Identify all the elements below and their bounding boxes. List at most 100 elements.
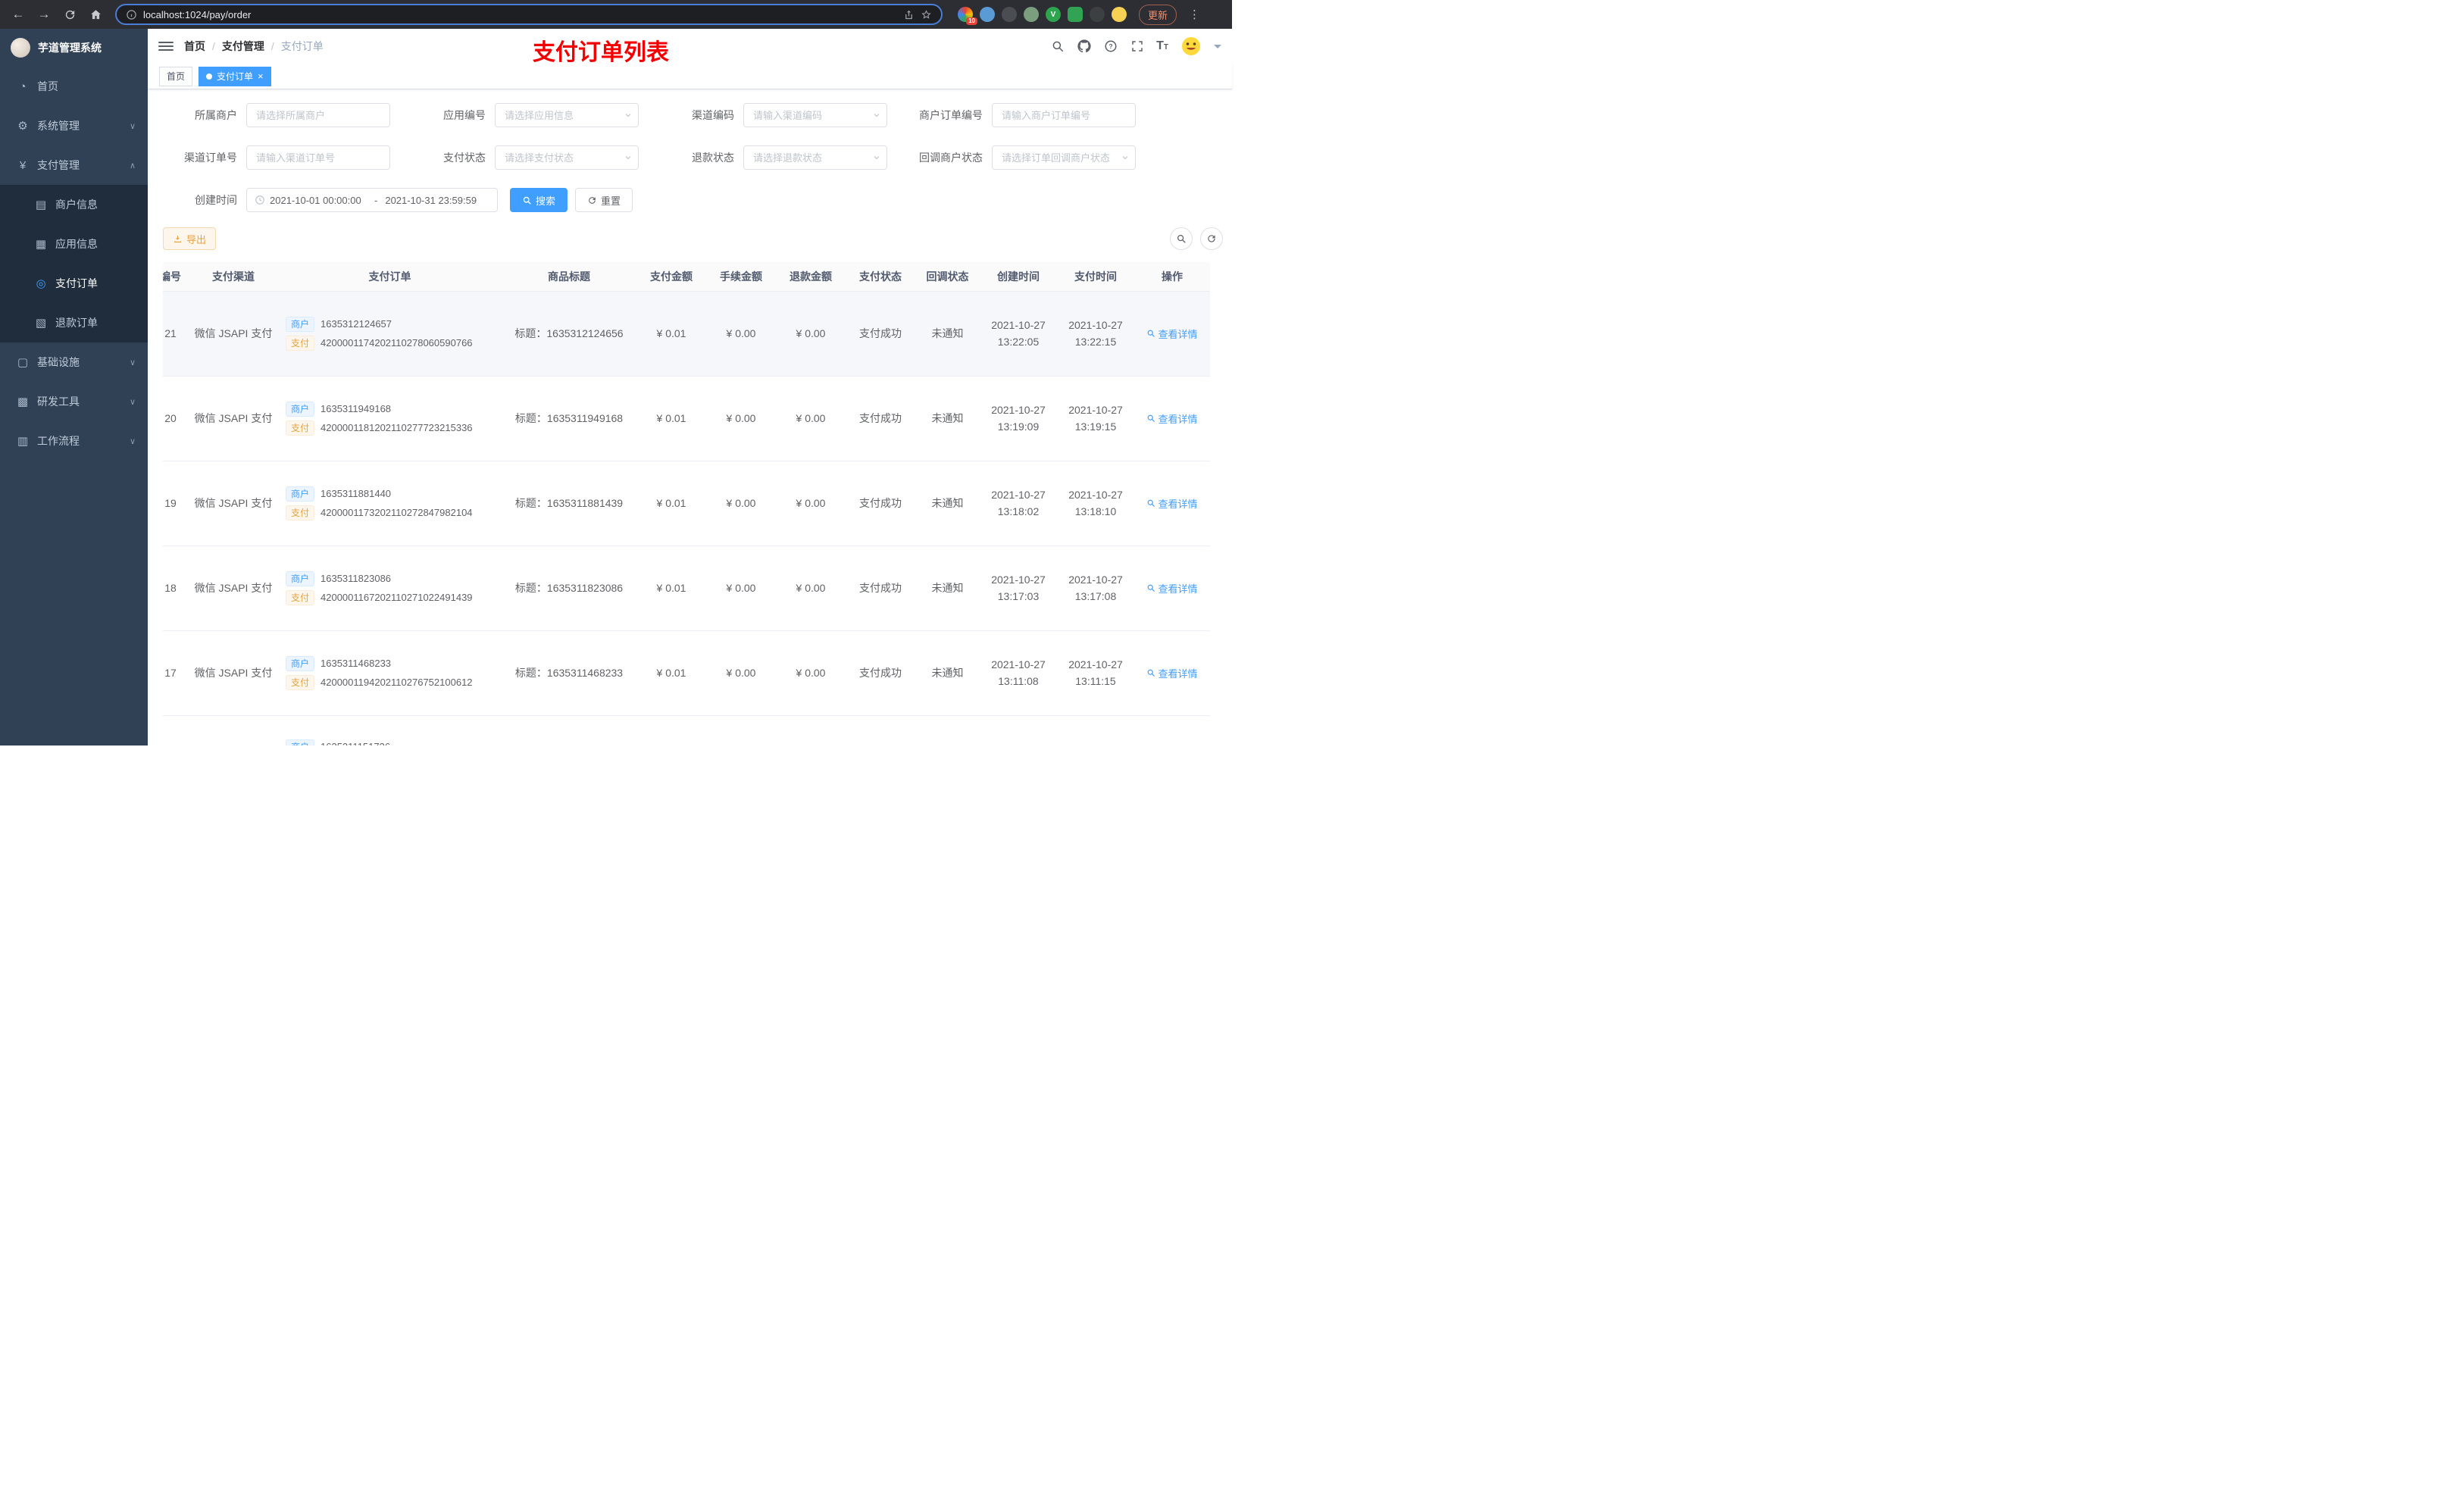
extension-icon[interactable] <box>1090 7 1105 22</box>
sidebar-item-label: 系统管理 <box>37 120 80 132</box>
filter-label: 应用编号 <box>443 109 486 121</box>
extension-icon[interactable] <box>1024 7 1039 22</box>
sidebar-item-app-info[interactable]: ▦ 应用信息 <box>0 224 148 264</box>
cell-amount: ¥ 0.01 <box>636 376 706 461</box>
forward-icon[interactable]: → <box>33 4 55 25</box>
browser-menu-icon[interactable]: ⋮ <box>1186 8 1203 21</box>
payment-submenu: ▤ 商户信息 ▦ 应用信息 ◎ 支付订单 ▧ 退款订单 <box>0 185 148 342</box>
breadcrumb-section[interactable]: 支付管理 <box>222 39 264 54</box>
filter-label: 支付状态 <box>443 152 486 164</box>
close-icon[interactable]: × <box>258 71 264 81</box>
date-start-input[interactable] <box>270 194 367 206</box>
back-icon[interactable]: ← <box>8 4 29 25</box>
sidebar-item-dev-tools[interactable]: ▩ 研发工具 ∨ <box>0 382 148 421</box>
export-button[interactable]: 导出 <box>163 227 217 250</box>
reload-icon[interactable] <box>59 4 80 25</box>
sidebar-item-infrastructure[interactable]: ▢ 基础设施 ∨ <box>0 342 148 382</box>
tab-pay-order[interactable]: 支付订单 × <box>199 66 271 86</box>
sidebar-item-home[interactable]: ◔ 首页 <box>0 67 148 106</box>
monitor-icon: ▢ <box>17 356 29 369</box>
cell-title: 标题：1635311881439 <box>502 461 636 546</box>
cell-channel: 微信 JSAPI 支付 <box>189 461 278 546</box>
menu-fold-icon[interactable] <box>158 42 174 51</box>
cell-pay-time: 2021-10-27 13:22:15 <box>1057 291 1134 377</box>
cell-create-time <box>980 715 1057 746</box>
filter-input[interactable] <box>495 103 639 127</box>
chevron-down-icon <box>872 111 881 120</box>
app-title: 芋道管理系统 <box>38 42 102 54</box>
font-size-icon[interactable]: TT <box>1156 39 1168 53</box>
view-detail-link[interactable]: 查看详情 <box>1146 581 1198 595</box>
search-icon[interactable] <box>1050 39 1065 54</box>
sidebar-item-workflow[interactable]: ▥ 工作流程 ∨ <box>0 421 148 461</box>
chevron-down-icon <box>1121 153 1130 162</box>
filter-input[interactable] <box>246 145 390 170</box>
filter-input[interactable] <box>246 103 390 127</box>
gear-icon: ⚙ <box>17 120 28 133</box>
filter-field: 回调商户状态 <box>908 145 1136 170</box>
table-row: 18 微信 JSAPI 支付 商户 1635311823086 支付 42000… <box>163 545 1210 631</box>
yen-icon: ¥ <box>19 158 27 172</box>
filter-input[interactable] <box>743 103 887 127</box>
toggle-search-button[interactable] <box>1170 227 1193 250</box>
extension-icon[interactable] <box>980 7 995 22</box>
sidebar-item-pay-order[interactable]: ◎ 支付订单 <box>0 264 148 303</box>
view-detail-label: 查看详情 <box>1158 328 1198 340</box>
merchant-order-no: 1635311151736 <box>321 741 390 746</box>
cell-title <box>502 715 636 746</box>
view-detail-link[interactable]: 查看详情 <box>1146 496 1198 511</box>
chevron-down-icon[interactable] <box>1214 44 1221 48</box>
extension-icon[interactable] <box>1068 7 1083 22</box>
share-icon[interactable] <box>903 9 915 20</box>
app-logo[interactable]: 芋道管理系统 <box>0 29 148 67</box>
filter-row: 渠道订单号 支付状态 退款状态 <box>163 145 1223 170</box>
view-detail-link[interactable]: 查看详情 <box>1146 411 1198 426</box>
bookmark-star-icon[interactable] <box>921 9 932 20</box>
filter-input[interactable] <box>992 145 1136 170</box>
cell-create-time: 2021-10-27 13:17:03 <box>980 545 1057 631</box>
home-icon[interactable] <box>85 4 106 25</box>
filter-input[interactable] <box>992 103 1136 127</box>
extension-icon[interactable] <box>1112 7 1127 22</box>
breadcrumb-separator: / <box>270 40 274 52</box>
filter-field: 应用编号 <box>411 103 639 127</box>
tab-home[interactable]: 首页 <box>159 66 193 86</box>
info-icon[interactable] <box>126 9 137 20</box>
sidebar-item-system[interactable]: ⚙ 系统管理 ∨ <box>0 106 148 145</box>
search-button[interactable]: 搜索 <box>510 188 568 212</box>
sidebar-item-refund-order[interactable]: ▧ 退款订单 <box>0 303 148 342</box>
sidebar-item-merchant-info[interactable]: ▤ 商户信息 <box>0 185 148 224</box>
cell-id: 21 <box>163 291 189 377</box>
filter-input[interactable] <box>743 145 887 170</box>
reset-button[interactable]: 重置 <box>575 188 633 212</box>
extension-icon[interactable]: 10 <box>958 7 977 25</box>
cell-id: 18 <box>163 545 189 631</box>
reset-button-label: 重置 <box>601 195 621 207</box>
pay-tag: 支付 <box>286 674 315 690</box>
view-detail-link[interactable]: 查看详情 <box>1146 666 1198 680</box>
filter-input[interactable] <box>495 145 639 170</box>
search-icon <box>1148 414 1155 422</box>
refresh-table-button[interactable] <box>1200 227 1223 250</box>
browser-update-button[interactable]: 更新 <box>1139 4 1177 25</box>
breadcrumb-home[interactable]: 首页 <box>184 39 205 54</box>
merchant-tag: 商户 <box>286 486 315 502</box>
sidebar-item-payment[interactable]: ¥ 支付管理 ∧ <box>0 145 148 185</box>
table-row: 商户 1635311151736 <box>163 715 1210 746</box>
extension-icon[interactable] <box>1002 7 1017 22</box>
address-bar[interactable]: localhost:1024/pay/order <box>115 4 943 25</box>
extension-icon[interactable]: V <box>1046 7 1061 22</box>
merchant-order-no: 1635311468233 <box>321 658 392 669</box>
filter-label: 退款状态 <box>692 152 734 164</box>
help-icon[interactable]: ? <box>1103 39 1118 54</box>
date-end-input[interactable] <box>385 194 483 206</box>
filter-label: 商户订单编号 <box>919 109 983 121</box>
download-icon <box>174 235 181 242</box>
cell-notify-status: 未通知 <box>915 376 980 461</box>
view-detail-link[interactable]: 查看详情 <box>1146 327 1198 341</box>
user-avatar[interactable] <box>1180 35 1202 58</box>
date-range-picker[interactable]: - <box>246 188 498 212</box>
cell-notify-status: 未通知 <box>915 461 980 546</box>
fullscreen-icon[interactable] <box>1130 39 1145 54</box>
github-icon[interactable] <box>1077 39 1092 54</box>
